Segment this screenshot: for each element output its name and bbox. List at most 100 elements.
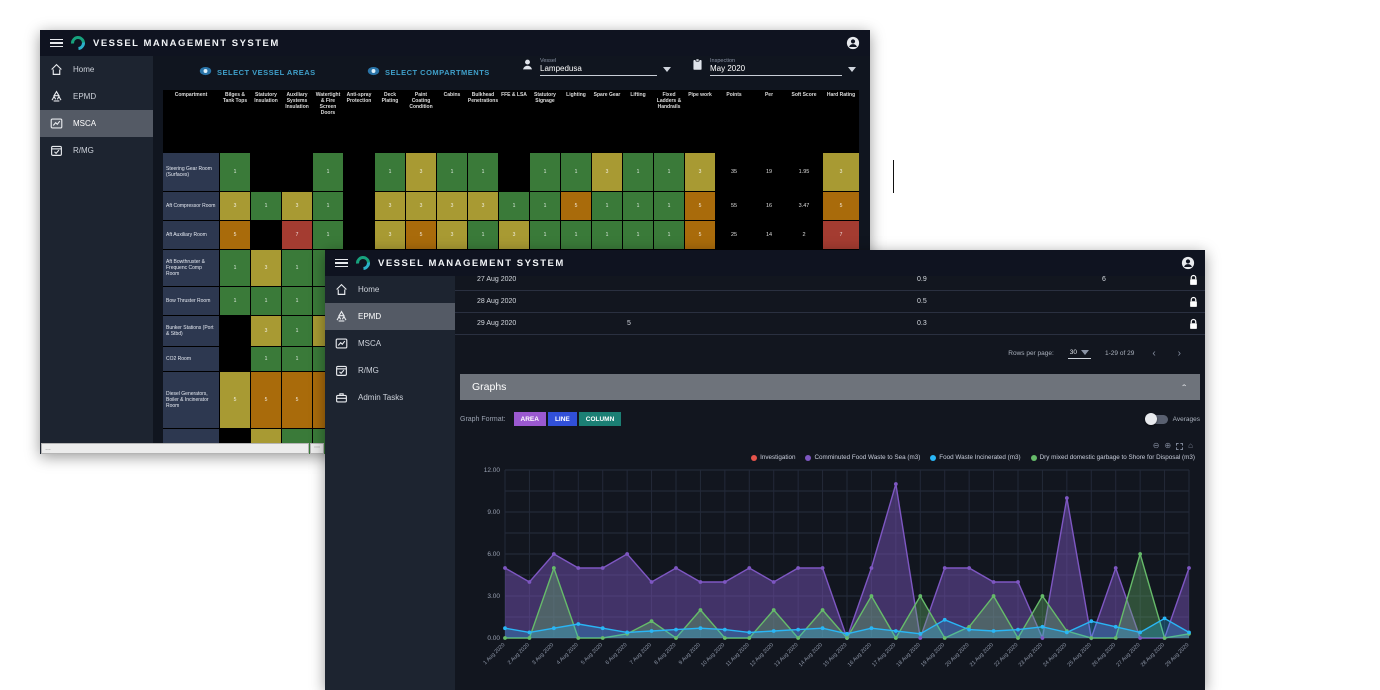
select-compartments-button[interactable]: SELECT COMPARTMENTS: [367, 66, 490, 78]
matrix-condition-cell[interactable]: 1: [499, 192, 529, 220]
matrix-condition-cell[interactable]: 5: [685, 192, 715, 220]
matrix-condition-cell[interactable]: 5: [220, 221, 250, 249]
matrix-condition-cell[interactable]: 1: [468, 221, 498, 249]
data-point[interactable]: [552, 552, 556, 556]
data-point[interactable]: [1041, 594, 1045, 598]
data-point[interactable]: [992, 629, 996, 633]
data-point[interactable]: [650, 580, 654, 584]
matrix-condition-cell[interactable]: 1: [437, 153, 467, 191]
matrix-condition-cell[interactable]: 1: [654, 221, 684, 249]
sidebar-item-home[interactable]: Home: [325, 276, 455, 303]
matrix-condition-cell[interactable]: 1: [251, 347, 281, 371]
sidebar-item-home[interactable]: Home: [40, 56, 153, 83]
matrix-condition-cell[interactable]: [282, 153, 312, 191]
matrix-condition-cell[interactable]: 1: [251, 192, 281, 220]
data-point[interactable]: [625, 631, 629, 635]
select-vessel-areas-button[interactable]: SELECT VESSEL AREAS: [199, 66, 316, 78]
sidebar-item-msca[interactable]: MSCA: [325, 330, 455, 357]
data-point[interactable]: [552, 626, 556, 630]
data-point[interactable]: [552, 566, 556, 570]
data-point[interactable]: [1163, 636, 1167, 640]
legend-item[interactable]: Comminuted Food Waste to Sea (m3): [805, 454, 920, 461]
data-point[interactable]: [772, 629, 776, 633]
matrix-condition-cell[interactable]: 1: [282, 250, 312, 286]
matrix-condition-cell[interactable]: 5: [251, 372, 281, 428]
user-avatar-icon[interactable]: [846, 36, 860, 50]
data-point[interactable]: [699, 580, 703, 584]
legend-item[interactable]: Food Waste Incinerated (m3): [930, 454, 1020, 461]
matrix-condition-cell[interactable]: [499, 153, 529, 191]
data-point[interactable]: [1114, 625, 1118, 629]
previous-page-button[interactable]: ‹: [1148, 348, 1159, 359]
data-point[interactable]: [747, 566, 751, 570]
data-point[interactable]: [894, 629, 898, 633]
matrix-condition-cell[interactable]: 5: [282, 372, 312, 428]
matrix-condition-cell[interactable]: 1: [220, 153, 250, 191]
data-point[interactable]: [1016, 636, 1020, 640]
data-point[interactable]: [1114, 636, 1118, 640]
matrix-condition-cell[interactable]: 3: [406, 192, 436, 220]
data-point[interactable]: [845, 636, 849, 640]
data-point[interactable]: [1089, 619, 1093, 623]
zoom-out-icon[interactable]: ⊖: [1153, 442, 1160, 450]
data-point[interactable]: [943, 636, 947, 640]
data-point[interactable]: [943, 618, 947, 622]
collapse-icon[interactable]: ⌃: [1180, 383, 1188, 392]
sidebar-item-epmd[interactable]: EPMD: [325, 303, 455, 330]
data-point[interactable]: [674, 566, 678, 570]
matrix-condition-cell[interactable]: 5: [685, 221, 715, 249]
matrix-condition-cell[interactable]: [251, 221, 281, 249]
reset-home-icon[interactable]: ⌂: [1188, 442, 1193, 450]
matrix-condition-cell[interactable]: 3: [437, 221, 467, 249]
sidebar-item-admin-tasks[interactable]: Admin Tasks: [325, 384, 455, 411]
matrix-condition-cell[interactable]: 1: [561, 221, 591, 249]
data-point[interactable]: [576, 636, 580, 640]
matrix-condition-cell[interactable]: 1: [530, 192, 560, 220]
matrix-condition-cell[interactable]: 1: [468, 153, 498, 191]
data-point[interactable]: [918, 594, 922, 598]
zoom-in-icon[interactable]: ⊕: [1164, 442, 1171, 450]
sidebar-item-r-mg[interactable]: R/MG: [40, 137, 153, 164]
data-point[interactable]: [870, 594, 874, 598]
matrix-condition-cell[interactable]: 3: [251, 250, 281, 286]
matrix-condition-cell[interactable]: 3: [592, 153, 622, 191]
matrix-condition-cell[interactable]: 3: [406, 153, 436, 191]
data-point[interactable]: [1138, 636, 1142, 640]
legend-item[interactable]: Dry mixed domestic garbage to Shore for …: [1031, 454, 1195, 461]
matrix-condition-cell[interactable]: 1: [313, 221, 343, 249]
table-row[interactable]: 27 Aug 20200.96: [455, 269, 1205, 291]
matrix-condition-cell[interactable]: 1: [375, 153, 405, 191]
matrix-condition-cell[interactable]: [344, 221, 374, 249]
matrix-condition-cell[interactable]: 1: [251, 287, 281, 315]
data-point[interactable]: [503, 566, 507, 570]
row-lock[interactable]: [1165, 296, 1205, 308]
box-select-icon[interactable]: [1176, 443, 1183, 450]
data-point[interactable]: [918, 632, 922, 636]
data-point[interactable]: [528, 580, 532, 584]
data-point[interactable]: [674, 628, 678, 632]
format-button-area[interactable]: AREA: [514, 412, 546, 426]
data-point[interactable]: [870, 626, 874, 630]
next-page-button[interactable]: ›: [1174, 348, 1185, 359]
matrix-condition-cell[interactable]: 1: [592, 221, 622, 249]
data-point[interactable]: [747, 631, 751, 635]
data-point[interactable]: [723, 580, 727, 584]
matrix-condition-cell[interactable]: 3: [437, 192, 467, 220]
data-point[interactable]: [918, 636, 922, 640]
user-avatar-icon[interactable]: [1181, 256, 1195, 270]
matrix-condition-cell[interactable]: 5: [406, 221, 436, 249]
data-point[interactable]: [821, 566, 825, 570]
data-point[interactable]: [576, 566, 580, 570]
matrix-condition-cell[interactable]: [251, 153, 281, 191]
data-point[interactable]: [1065, 631, 1069, 635]
data-point[interactable]: [576, 622, 580, 626]
data-point[interactable]: [699, 608, 703, 612]
matrix-condition-cell[interactable]: [220, 316, 250, 346]
matrix-condition-cell[interactable]: 1: [592, 192, 622, 220]
data-point[interactable]: [601, 626, 605, 630]
matrix-condition-cell[interactable]: 3: [251, 316, 281, 346]
format-button-column[interactable]: COLUMN: [579, 412, 622, 426]
data-point[interactable]: [967, 628, 971, 632]
data-point[interactable]: [894, 636, 898, 640]
data-point[interactable]: [1163, 617, 1167, 621]
